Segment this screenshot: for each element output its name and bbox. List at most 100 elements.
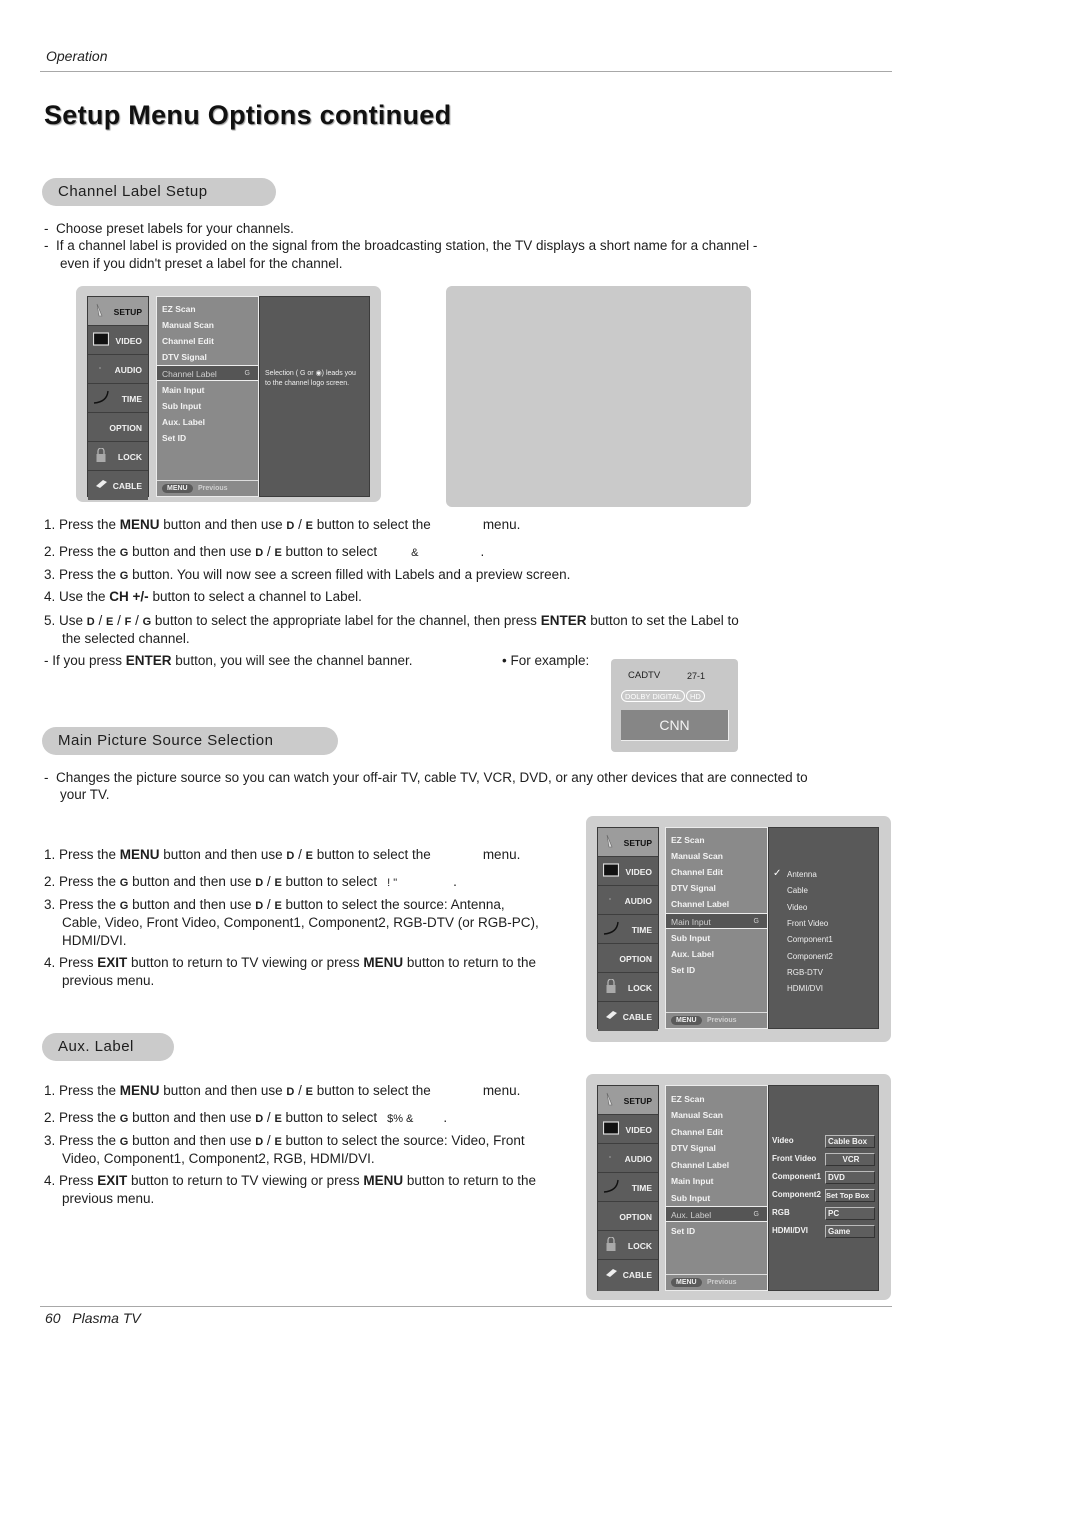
menu-category-setup[interactable]: SETUP — [88, 297, 148, 326]
menu-item-ez-scan[interactable]: EZ Scan — [666, 832, 767, 848]
source-option-hdmi-dvi[interactable]: HDMI/DVI — [787, 984, 823, 993]
menu-category-option[interactable]: OPTION — [598, 944, 658, 973]
menu-footer: MENU Previous — [666, 1012, 767, 1028]
menu-item-column: EZ Scan Manual Scan Channel Edit DTV Sig… — [156, 296, 259, 497]
menu-item-channel-edit[interactable]: Channel Edit — [666, 1124, 767, 1140]
menu-item-channel-label[interactable]: Channel Label — [666, 1157, 767, 1173]
menu-item-sub-input[interactable]: Sub Input — [157, 398, 258, 414]
menu-item-manual-scan[interactable]: Manual Scan — [666, 1107, 767, 1123]
menu-button-badge[interactable]: MENU — [671, 1278, 702, 1287]
menu-item-column: EZ Scan Manual Scan Channel Edit DTV Sig… — [665, 827, 768, 1029]
menu-category-cable[interactable]: CABLE — [598, 1260, 658, 1291]
source-option-rgb-dtv[interactable]: RGB-DTV — [787, 968, 823, 977]
menu-item-ez-scan[interactable]: EZ Scan — [157, 301, 258, 317]
step-2: 2. Press the G button and then use D / E… — [44, 1110, 448, 1125]
dolby-digital-badge: DOLBY DIGITAL — [621, 690, 685, 702]
menu-item-dtv-signal[interactable]: DTV Signal — [666, 1140, 767, 1156]
menu-category-option[interactable]: OPTION — [598, 1202, 658, 1231]
menu-category-lock[interactable]: LOCK — [598, 1231, 658, 1260]
menu-category-time[interactable]: TIME — [598, 915, 658, 944]
source-option-cable[interactable]: Cable — [787, 886, 808, 895]
source-option-component1[interactable]: Component1 — [787, 935, 833, 944]
step-4: 4. Press EXIT button to return to TV vie… — [44, 955, 537, 970]
right-arrow-icon: G — [753, 1211, 759, 1218]
menu-item-sub-input[interactable]: Sub Input — [666, 1190, 767, 1206]
aux-label-steps: 1. Press the MENU button and then use D … — [44, 1083, 537, 1206]
menu-item-aux-label[interactable]: Aux. Label — [666, 946, 767, 962]
aux-label-value[interactable]: Game — [825, 1225, 875, 1238]
menu-footer: MENU Previous — [666, 1274, 767, 1290]
menu-button-badge[interactable]: MENU — [162, 484, 193, 493]
menu-info-panel: Selection ( G or ◉) leads you to the cha… — [259, 296, 370, 497]
menu-item-channel-label-selected[interactable]: Channel Label G — [157, 365, 258, 381]
menu-category-option[interactable]: OPTION — [88, 413, 148, 442]
menu-item-set-id[interactable]: Set ID — [666, 1223, 767, 1239]
aux-label-value[interactable]: Set Top Box — [825, 1189, 875, 1202]
padlock-icon — [96, 448, 106, 462]
menu-item-main-input[interactable]: Main Input — [666, 1173, 767, 1189]
header-divider — [40, 71, 892, 72]
channel-label-intro: - Choose preset labels for your channels… — [44, 220, 844, 274]
menu-item-dtv-signal[interactable]: DTV Signal — [666, 880, 767, 896]
screen-icon — [93, 332, 109, 346]
menu-category-audio[interactable]: AUDIO — [88, 355, 148, 384]
menu-category-column: SETUP VIDEO AUDIO TIME OPTION LOCK CABLE — [597, 1085, 659, 1291]
clock-hand-icon — [603, 921, 619, 935]
cable-plug-icon — [606, 1011, 617, 1019]
menu-item-ez-scan[interactable]: EZ Scan — [666, 1091, 767, 1107]
menu-item-main-input-selected[interactable]: Main Input G — [666, 913, 767, 929]
menu-category-setup[interactable]: SETUP — [598, 1086, 658, 1115]
menu-category-time[interactable]: TIME — [598, 1173, 658, 1202]
step-2: 2. Press the G button and then use D / E… — [44, 544, 485, 559]
source-option-front-video[interactable]: Front Video — [787, 919, 828, 928]
menu-category-lock[interactable]: LOCK — [88, 442, 148, 471]
menu-category-column: SETUP VIDEO AUDIO TIME OPTION LOCK CABLE — [87, 296, 149, 500]
menu-category-video[interactable]: VIDEO — [88, 326, 148, 355]
step-5: 5. Use D / E / F / G button to select th… — [44, 613, 739, 628]
previous-label: Previous — [707, 1279, 737, 1286]
menu-item-dtv-signal[interactable]: DTV Signal — [157, 349, 258, 365]
aux-label-value[interactable]: PC — [825, 1207, 875, 1220]
tv-menu-aux-label: SETUP VIDEO AUDIO TIME OPTION LOCK CABLE… — [586, 1074, 891, 1300]
menu-category-video[interactable]: VIDEO — [598, 1115, 658, 1144]
menu-category-cable[interactable]: CABLE — [88, 471, 148, 500]
clock-hand-icon — [93, 390, 109, 404]
menu-category-video[interactable]: VIDEO — [598, 857, 658, 886]
menu-item-aux-label[interactable]: Aux. Label — [157, 414, 258, 430]
bullet-dash: - — [44, 770, 56, 785]
banner-channel-number: 27-1 — [687, 671, 706, 681]
menu-item-set-id[interactable]: Set ID — [157, 430, 258, 446]
menu-category-cable[interactable]: CABLE — [598, 1002, 658, 1031]
menu-item-manual-scan[interactable]: Manual Scan — [157, 317, 258, 333]
menu-item-channel-edit[interactable]: Channel Edit — [666, 864, 767, 880]
hd-badge: HD — [686, 690, 705, 702]
source-option-component2[interactable]: Component2 — [787, 952, 833, 961]
menu-item-set-id[interactable]: Set ID — [666, 962, 767, 978]
screen-icon — [603, 1121, 619, 1135]
aux-input-name: HDMI/DVI — [772, 1226, 808, 1235]
source-option-video[interactable]: Video — [787, 903, 807, 912]
aux-label-value[interactable]: VCR — [825, 1153, 875, 1166]
menu-category-time[interactable]: TIME — [88, 384, 148, 413]
menu-item-channel-edit[interactable]: Channel Edit — [157, 333, 258, 349]
aux-input-name: Video — [772, 1136, 794, 1145]
bullet-dash: - — [44, 221, 56, 236]
menu-category-lock[interactable]: LOCK — [598, 973, 658, 1002]
source-option-antenna[interactable]: Antenna — [787, 870, 817, 879]
menu-item-sub-input[interactable]: Sub Input — [666, 930, 767, 946]
step-1: 1. Press the MENU button and then use D … — [44, 517, 521, 532]
menu-item-manual-scan[interactable]: Manual Scan — [666, 848, 767, 864]
menu-category-audio[interactable]: AUDIO — [598, 886, 658, 915]
aux-label-value[interactable]: DVD — [825, 1171, 875, 1184]
aux-label-value[interactable]: Cable Box — [825, 1135, 875, 1148]
section-heading-main-picture: Main Picture Source Selection — [42, 727, 338, 755]
channel-banner-note: - If you press ENTER button, you will se… — [44, 653, 590, 668]
tv-menu-main-input: SETUP VIDEO AUDIO TIME OPTION LOCK CABLE… — [586, 816, 891, 1042]
menu-button-badge[interactable]: MENU — [671, 1016, 702, 1025]
menu-item-main-input[interactable]: Main Input — [157, 382, 258, 398]
menu-category-audio[interactable]: AUDIO — [598, 1144, 658, 1173]
menu-category-setup[interactable]: SETUP — [598, 828, 658, 857]
audio-icon — [609, 1156, 611, 1158]
menu-item-channel-label[interactable]: Channel Label — [666, 896, 767, 912]
menu-item-aux-label-selected[interactable]: Aux. Label G — [666, 1206, 767, 1222]
